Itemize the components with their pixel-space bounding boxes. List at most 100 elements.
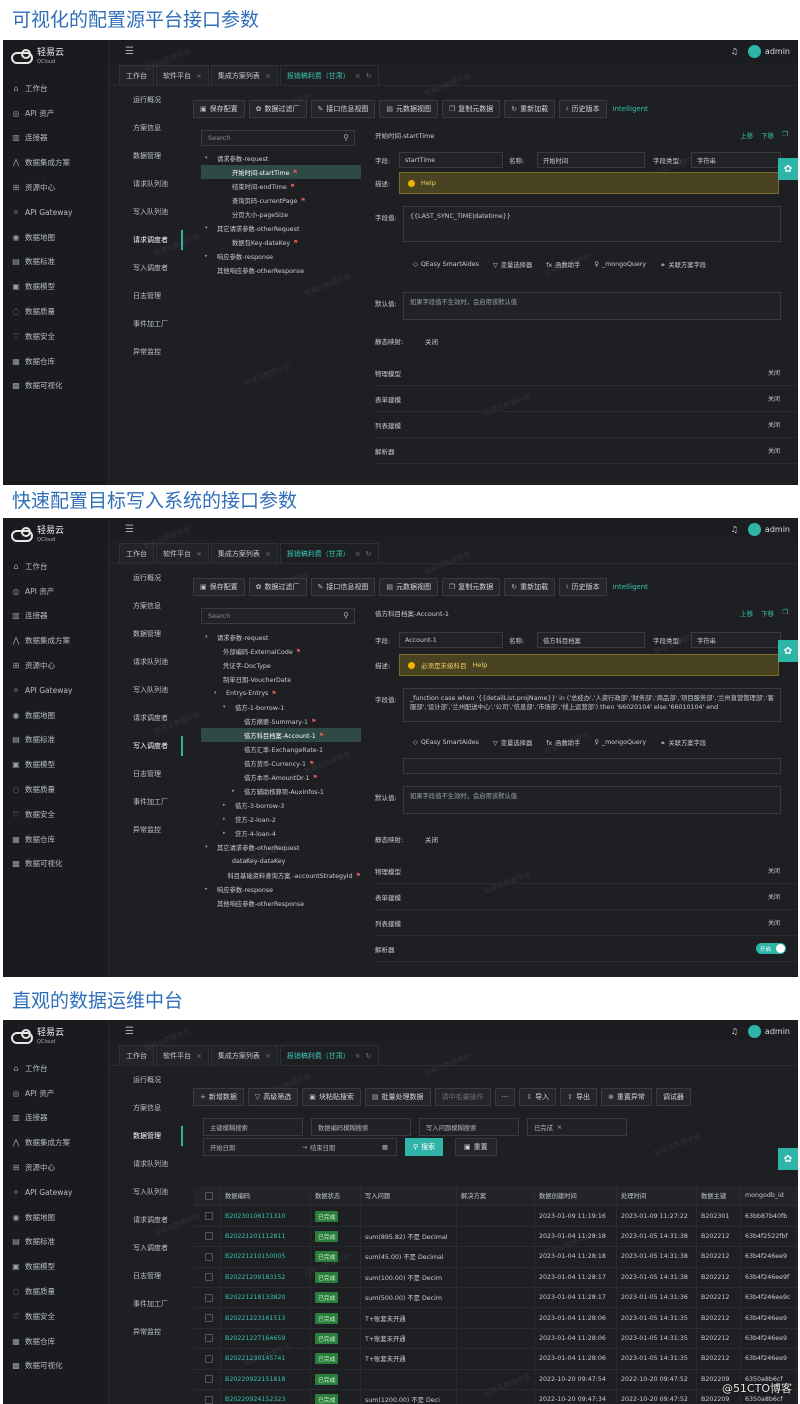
table-row[interactable]: B20221230145741 已完成 T+账套未开通 2023-01-04 11:2… xyxy=(193,1349,798,1370)
row-checkbox[interactable] xyxy=(204,1273,213,1282)
column-header[interactable]: 数据编码 xyxy=(221,1186,311,1206)
user-menu[interactable]: admin xyxy=(747,1024,790,1038)
table-row[interactable]: B20221201112811 已完成 sum(895.82) 不是 Decimal… xyxy=(193,1226,798,1248)
row-checkbox[interactable] xyxy=(204,1252,213,1261)
filter-input-3[interactable]: 写入问题模糊搜索 xyxy=(419,1118,519,1136)
tree-node[interactable]: ▸ 借方-3-borrow-3 xyxy=(201,798,361,812)
description-bar[interactable]: Help xyxy=(399,172,779,194)
bell-icon[interactable]: ♫ xyxy=(731,47,738,56)
chevron-icon[interactable]: ▸ xyxy=(205,886,211,892)
chevron-icon[interactable]: ▾ xyxy=(205,155,211,161)
data-toolbar-button-8[interactable]: ⇧ 导出 xyxy=(560,1088,597,1106)
sidebar-item-1[interactable]: ⌂ 工作台 xyxy=(3,554,108,579)
logo[interactable]: 轻易云 QCloud xyxy=(3,40,108,76)
search-input[interactable]: Search ⚲ xyxy=(201,130,355,146)
move-down-button[interactable]: 下移 xyxy=(761,130,774,140)
data-toolbar-button-3[interactable]: ▣ 块粘贴搜索 xyxy=(302,1088,361,1106)
filter-input-4[interactable]: 已完成 × xyxy=(527,1118,627,1136)
helper-button-1[interactable]: ◇ QEasy SmartAides xyxy=(413,739,479,746)
search-icon[interactable]: ⚲ xyxy=(343,133,349,142)
copy-icon[interactable]: ❐ xyxy=(782,608,788,618)
bell-icon[interactable]: ♫ xyxy=(731,525,738,534)
subnav-item-10[interactable]: 异常监控 xyxy=(109,1318,183,1346)
sidebar-item-12[interactable]: ▦ 数据仓库 xyxy=(3,827,108,852)
subnav-item-9[interactable]: 事件加工厂 xyxy=(109,788,183,816)
chevron-icon[interactable]: ▾ xyxy=(223,704,229,710)
chevron-icon[interactable]: ▸ xyxy=(232,788,238,794)
sidebar-item-5[interactable]: ⊞ 资源中心 xyxy=(3,653,108,678)
tab-1[interactable]: 工作台 xyxy=(119,65,154,85)
sidebar-item-8[interactable]: ▤ 数据标准 xyxy=(3,728,108,753)
filter-input-1[interactable]: 主键模糊搜索 xyxy=(203,1118,303,1136)
field-input[interactable]: startTime xyxy=(399,152,503,168)
description-bar[interactable]: 必须是末级科目 Help xyxy=(399,654,779,676)
row-checkbox[interactable] xyxy=(204,1314,213,1323)
tab-3[interactable]: 集成方案列表 × xyxy=(210,65,278,85)
data-toolbar-button-2[interactable]: ▽ 高级筛选 xyxy=(247,1088,299,1106)
menu-icon[interactable]: ☰ xyxy=(125,1026,134,1037)
chevron-icon[interactable]: ▾ xyxy=(205,634,211,640)
toolbar-button-3[interactable]: ✎ 接口信息视图 xyxy=(310,100,376,118)
subnav-item-3[interactable]: 数据管理 xyxy=(109,620,183,648)
helper-button-2[interactable]: ▽ 变量选择器 xyxy=(493,738,532,747)
table-cell[interactable]: B20230106171310 xyxy=(221,1206,311,1226)
toolbar-button-1[interactable]: ▣ 保存配置 xyxy=(193,578,245,596)
helper-button-1[interactable]: ◇ QEasy SmartAides xyxy=(413,261,479,268)
subnav-item-7[interactable]: 写入调度者 xyxy=(109,1234,183,1262)
tree-node[interactable]: ▾ 请求参数-request xyxy=(201,151,361,165)
table-row[interactable]: B20221218133820 已完成 sum(500.00) 不是 Decim 20… xyxy=(193,1287,798,1309)
subnav-item-4[interactable]: 请求队列池 xyxy=(109,170,183,198)
tree-node[interactable]: 科目基础资料查询方案 -accountStrategyId ⚑ xyxy=(201,868,361,882)
help-link[interactable]: Help xyxy=(473,661,488,669)
value-editor[interactable]: _function case when '{{detailList.projNa… xyxy=(403,688,781,722)
tree-node[interactable]: ▾ 其它请求参数-otherRequest xyxy=(201,221,361,235)
close-icon[interactable]: × xyxy=(265,1052,271,1060)
default-input[interactable]: 如果字段值不生效时，会启用该默认值 xyxy=(403,292,781,320)
toolbar-button-1[interactable]: ▣ 保存配置 xyxy=(193,100,245,118)
date-range-input[interactable]: 开始日期 → 结束日期 ▦ xyxy=(203,1138,397,1156)
toolbar-button-2[interactable]: ✿ 数据过滤厂 xyxy=(248,578,307,596)
tree-node[interactable]: dataKey-dataKey xyxy=(201,854,361,868)
name-input[interactable]: 开始时间 xyxy=(537,152,645,168)
menu-icon[interactable]: ☰ xyxy=(125,524,134,535)
menu-icon[interactable]: ☰ xyxy=(125,46,134,57)
data-toolbar-button-9[interactable]: ⊗ 重置异常 xyxy=(600,1088,652,1106)
sidebar-item-10[interactable]: ◌ 数据质量 xyxy=(3,1279,108,1304)
tree-node[interactable]: ▾ 其它请求参数-otherRequest xyxy=(201,840,361,854)
sidebar-item-2[interactable]: ◎ API 资产 xyxy=(3,1081,108,1106)
table-cell[interactable]: B20220924152323 xyxy=(221,1389,311,1404)
table-cell[interactable]: B20221227164659 xyxy=(221,1328,311,1349)
tab-4[interactable]: 报销稿利费（甘肃） × ↻ xyxy=(279,543,379,563)
helper-button-5[interactable]: ⚭ 关联方案字段 xyxy=(660,738,706,747)
table-cell[interactable]: B20220922151818 xyxy=(221,1369,311,1389)
chevron-icon[interactable]: ▸ xyxy=(205,253,211,259)
static-value[interactable]: 关闭 xyxy=(425,336,438,346)
tree-node[interactable]: 分页大小-pageSize xyxy=(201,207,361,221)
chevron-icon[interactable]: ▸ xyxy=(223,816,229,822)
tree-node[interactable]: 借方汇率-ExchangeRate-1 xyxy=(201,742,361,756)
table-cell[interactable]: B20221223161513 xyxy=(221,1308,311,1328)
sidebar-item-7[interactable]: ◉ 数据地图 xyxy=(3,1205,108,1230)
sidebar-item-8[interactable]: ▤ 数据标准 xyxy=(3,1230,108,1255)
sidebar-item-13[interactable]: ▩ 数据可视化 xyxy=(3,374,108,399)
sidebar-item-11[interactable]: ♡ 数据安全 xyxy=(3,324,108,349)
subnav-item-10[interactable]: 异常监控 xyxy=(109,338,183,366)
user-menu[interactable]: admin xyxy=(747,44,790,58)
close-icon[interactable]: × xyxy=(196,72,202,80)
subnav-item-1[interactable]: 运行概况 xyxy=(109,564,183,592)
sidebar-item-12[interactable]: ▦ 数据仓库 xyxy=(3,1329,108,1354)
subnav-item-7[interactable]: 写入调度者 xyxy=(109,732,183,760)
section-4[interactable]: 解析器 开启 xyxy=(375,936,798,962)
table-row[interactable]: B20220924152323 已完成 sum(1200.00) 不是 Deci 20… xyxy=(193,1389,798,1404)
tab-1[interactable]: 工作台 xyxy=(119,543,154,563)
static-value[interactable]: 关闭 xyxy=(425,834,438,844)
helper-button-4[interactable]: ♀ _mongoQuery xyxy=(594,261,646,268)
clear-icon[interactable]: × xyxy=(557,1124,562,1131)
sidebar-item-9[interactable]: ▣ 数据模型 xyxy=(3,274,108,299)
tree-node[interactable]: ▸ 响应参数-response xyxy=(201,249,361,263)
sidebar-item-11[interactable]: ♡ 数据安全 xyxy=(3,802,108,827)
subnav-item-2[interactable]: 方案信息 xyxy=(109,592,183,620)
sidebar-item-7[interactable]: ◉ 数据地图 xyxy=(3,225,108,250)
close-icon[interactable]: × xyxy=(265,72,271,80)
sidebar-item-10[interactable]: ◌ 数据质量 xyxy=(3,299,108,324)
